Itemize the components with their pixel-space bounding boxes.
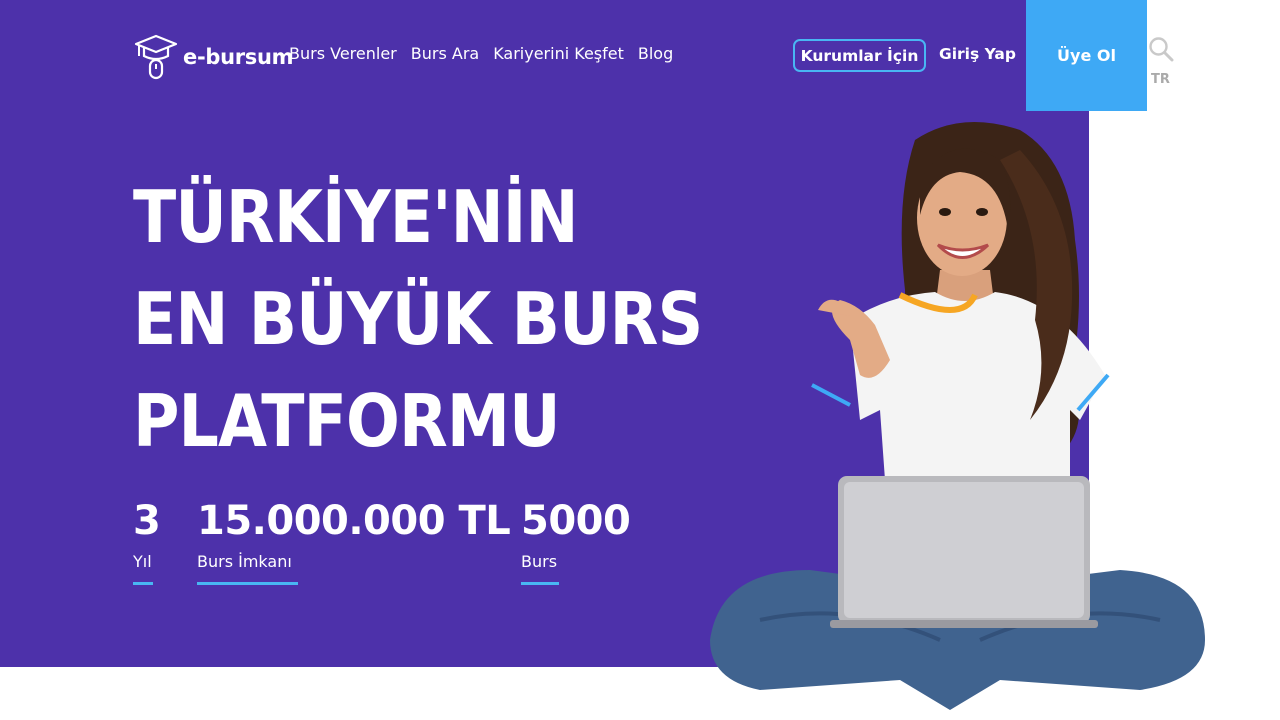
graduation-cap-icon xyxy=(134,34,178,80)
logo[interactable]: e-bursum xyxy=(133,32,294,80)
nav-blog[interactable]: Blog xyxy=(638,44,673,63)
search-icon[interactable] xyxy=(1148,36,1174,62)
headline-line: EN BÜYÜK BURS xyxy=(133,277,703,361)
student-with-laptop-image xyxy=(710,122,1205,710)
headline-line: PLATFORMU xyxy=(133,379,561,463)
login-button[interactable]: Giriş Yap xyxy=(939,45,1016,63)
nav-burs-verenler[interactable]: Burs Verenler xyxy=(289,44,397,63)
stat-underline xyxy=(197,582,298,585)
stat-label: Burs xyxy=(521,552,558,571)
institutions-button[interactable]: Kurumlar İçin xyxy=(793,39,926,72)
headline-line: TÜRKİYE'NİN xyxy=(133,175,579,259)
stat-scholarship-amount: 15.000.000 TL Burs İmkanı xyxy=(197,498,511,585)
stat-label: Burs İmkanı xyxy=(197,552,292,571)
stat-value: 5000 xyxy=(521,498,631,544)
stat-value: 3 xyxy=(133,498,161,544)
stat-underline xyxy=(133,582,153,585)
stat-underline xyxy=(521,582,559,585)
hero-headline: TÜRKİYE'NİN EN BÜYÜK BURS PLATFORMU xyxy=(133,166,703,472)
stat-value: 15.000.000 TL xyxy=(197,498,511,544)
logo-text: e-bursum xyxy=(183,45,294,69)
stat-years: 3 Yıl xyxy=(133,498,161,585)
nav-burs-ara[interactable]: Burs Ara xyxy=(411,44,479,63)
nav-kariyerini-kesfet[interactable]: Kariyerini Keşfet xyxy=(493,44,624,63)
main-nav: Burs Verenler Burs Ara Kariyerini Keşfet… xyxy=(289,44,673,63)
stat-label: Yıl xyxy=(133,552,152,571)
stat-scholarship-count: 5000 Burs xyxy=(521,498,631,585)
signup-button[interactable]: Üye Ol xyxy=(1026,0,1147,111)
language-selector[interactable]: TR xyxy=(1151,72,1170,87)
